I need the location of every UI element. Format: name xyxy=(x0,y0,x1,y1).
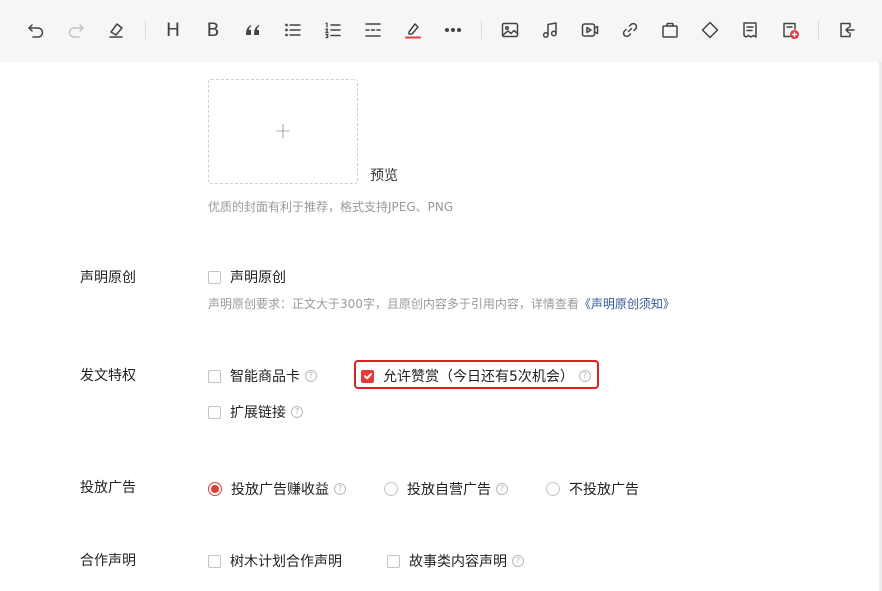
story-content-checkbox[interactable]: 故事类内容声明 ? xyxy=(387,551,524,571)
more-icon[interactable] xyxy=(440,17,466,43)
radio-label: 投放广告赚收益 xyxy=(231,482,329,498)
image-icon[interactable] xyxy=(497,17,523,43)
toolbar-separator xyxy=(481,21,482,39)
eraser-icon[interactable] xyxy=(103,17,129,43)
ads-self-run-radio[interactable]: 投放自营广告 ? xyxy=(384,479,508,499)
allow-tips-checkbox[interactable]: 允许赞赏（今日还有5次机会） ? xyxy=(361,366,591,386)
checkbox-label: 声明原创 xyxy=(230,270,286,286)
checkbox-box[interactable] xyxy=(208,270,221,284)
toolbar-separator xyxy=(818,21,819,39)
cover-upload-box[interactable]: + xyxy=(208,79,358,184)
bullet-list-icon[interactable] xyxy=(280,17,306,43)
cover-hint: 优质的封面有利于推荐，格式支持JPEG、PNG xyxy=(208,200,454,214)
checkbox-box[interactable] xyxy=(208,554,221,568)
preview-link[interactable]: 预览 xyxy=(370,165,398,185)
numbered-list-icon[interactable] xyxy=(320,17,346,43)
help-icon[interactable]: ? xyxy=(496,483,508,495)
help-icon[interactable]: ? xyxy=(578,370,591,382)
check-icon xyxy=(363,373,372,380)
privileges-label: 发文特权 xyxy=(80,368,136,384)
export-icon[interactable] xyxy=(834,17,860,43)
checkbox-label: 允许赞赏（今日还有5次机会） xyxy=(383,369,574,385)
video-icon[interactable] xyxy=(577,17,603,43)
undo-icon[interactable] xyxy=(23,17,49,43)
bold-icon[interactable]: B xyxy=(200,17,226,43)
originality-hint-text: 声明原创要求：正文大于300字，且原创内容多于引用内容，详情查看 xyxy=(208,297,579,311)
quote-icon[interactable] xyxy=(240,17,266,43)
heading-icon[interactable]: H xyxy=(160,17,186,43)
publish-settings: + 预览 优质的封面有利于推荐，格式支持JPEG、PNG 声明原创 声明原创 声… xyxy=(0,62,882,591)
editor-toolbar: H B xyxy=(0,0,882,62)
originality-hint: 声明原创要求：正文大于300字，且原创内容多于引用内容，详情查看《声明原创须知》 xyxy=(208,295,675,312)
checkbox-box[interactable] xyxy=(387,554,400,568)
checkbox-box[interactable] xyxy=(208,369,221,383)
highlight-color-icon[interactable] xyxy=(400,17,426,43)
checkbox-box-checked[interactable] xyxy=(361,369,374,383)
insert-card-icon[interactable] xyxy=(777,17,803,43)
note-icon[interactable] xyxy=(737,17,763,43)
radio-label: 投放自营广告 xyxy=(407,482,491,498)
ads-label: 投放广告 xyxy=(80,480,136,496)
diamond-icon[interactable] xyxy=(697,17,723,43)
help-icon[interactable]: ? xyxy=(291,406,303,418)
bold-letter: B xyxy=(206,19,220,41)
product-bag-icon[interactable] xyxy=(657,17,683,43)
originality-guide-link[interactable]: 《声明原创须知》 xyxy=(579,297,675,311)
tree-plan-checkbox[interactable]: 树木计划合作声明 xyxy=(208,551,342,571)
ads-earn-radio[interactable]: 投放广告赚收益 ? xyxy=(208,479,346,499)
checkbox-label: 树木计划合作声明 xyxy=(230,554,342,570)
smart-product-card-checkbox[interactable]: 智能商品卡 ? xyxy=(208,366,317,386)
originality-checkbox[interactable]: 声明原创 xyxy=(208,267,286,287)
redo-icon[interactable] xyxy=(63,17,89,43)
originality-label: 声明原创 xyxy=(80,270,136,286)
music-icon[interactable] xyxy=(537,17,563,43)
help-icon[interactable]: ? xyxy=(305,370,317,382)
radio[interactable] xyxy=(546,482,560,496)
plus-icon: + xyxy=(273,118,293,144)
extended-link-checkbox[interactable]: 扩展链接 ? xyxy=(208,402,303,422)
checkbox-label: 扩展链接 xyxy=(230,405,286,421)
divider-icon[interactable] xyxy=(360,17,386,43)
ads-none-radio[interactable]: 不投放广告 xyxy=(546,479,639,499)
help-icon[interactable]: ? xyxy=(334,483,346,495)
checkbox-label: 故事类内容声明 xyxy=(409,554,507,570)
link-icon[interactable] xyxy=(617,17,643,43)
checkbox-box[interactable] xyxy=(208,405,221,419)
toolbar-separator xyxy=(145,21,146,39)
radio-selected[interactable] xyxy=(208,482,222,496)
checkbox-label: 智能商品卡 xyxy=(230,369,300,385)
help-icon[interactable]: ? xyxy=(512,555,524,567)
heading-letter: H xyxy=(165,19,181,41)
radio-label: 不投放广告 xyxy=(569,482,639,498)
cooperation-label: 合作声明 xyxy=(80,553,136,569)
radio[interactable] xyxy=(384,482,398,496)
